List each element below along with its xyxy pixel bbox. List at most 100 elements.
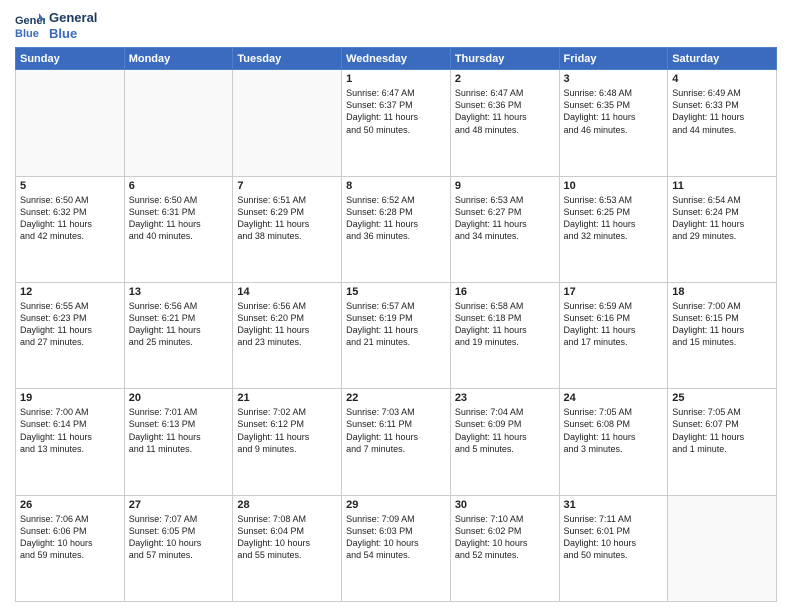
day-number: 31 [564,499,664,511]
day-number: 13 [129,286,229,298]
day-info: Sunrise: 6:49 AM Sunset: 6:33 PM Dayligh… [672,87,772,136]
day-info: Sunrise: 6:59 AM Sunset: 6:16 PM Dayligh… [564,300,664,349]
header: General Blue GeneralBlue [15,10,777,41]
day-info: Sunrise: 6:48 AM Sunset: 6:35 PM Dayligh… [564,87,664,136]
day-number: 9 [455,180,555,192]
calendar-cell: 13 Sunrise: 6:56 AM Sunset: 6:21 PM Dayli… [124,282,233,388]
day-number: 19 [20,392,120,404]
calendar-week-5: 26 Sunrise: 7:06 AM Sunset: 6:06 PM Dayli… [16,495,777,601]
day-number: 16 [455,286,555,298]
calendar-cell: 4 Sunrise: 6:49 AM Sunset: 6:33 PM Daylig… [668,70,777,176]
day-info: Sunrise: 6:52 AM Sunset: 6:28 PM Dayligh… [346,194,446,243]
day-number: 4 [672,73,772,85]
calendar-cell: 10 Sunrise: 6:53 AM Sunset: 6:25 PM Dayli… [559,176,668,282]
calendar-cell: 11 Sunrise: 6:54 AM Sunset: 6:24 PM Dayli… [668,176,777,282]
day-number: 1 [346,73,446,85]
day-info: Sunrise: 7:09 AM Sunset: 6:03 PM Dayligh… [346,513,446,562]
calendar-cell: 23Sunrise: 7:04 AM Sunset: 6:09 PM Dayli… [450,389,559,495]
day-number: 20 [129,392,229,404]
day-number: 14 [237,286,337,298]
day-info: Sunrise: 6:55 AM Sunset: 6:23 PM Dayligh… [20,300,120,349]
svg-text:Blue: Blue [15,28,39,40]
calendar-cell: 16 Sunrise: 6:58 AM Sunset: 6:18 PM Dayli… [450,282,559,388]
calendar-week-4: 19Sunrise: 7:00 AM Sunset: 6:14 PM Dayli… [16,389,777,495]
weekday-header-tuesday: Tuesday [233,48,342,70]
day-info: Sunrise: 7:00 AM Sunset: 6:15 PM Dayligh… [672,300,772,349]
weekday-header-thursday: Thursday [450,48,559,70]
day-number: 10 [564,180,664,192]
day-number: 25 [672,392,772,404]
logo: General Blue GeneralBlue [15,10,97,41]
day-number: 21 [237,392,337,404]
logo-icon: General Blue [15,11,45,41]
calendar-cell: 9 Sunrise: 6:53 AM Sunset: 6:27 PM Daylig… [450,176,559,282]
day-info: Sunrise: 7:10 AM Sunset: 6:02 PM Dayligh… [455,513,555,562]
calendar-cell: 22 Sunrise: 7:03 AM Sunset: 6:11 PM Dayli… [342,389,451,495]
logo-line1: General [49,10,97,26]
day-number: 22 [346,392,446,404]
day-info: Sunrise: 6:47 AM Sunset: 6:37 PM Dayligh… [346,87,446,136]
calendar-week-1: 1 Sunrise: 6:47 AM Sunset: 6:37 PM Daylig… [16,70,777,176]
weekday-header-saturday: Saturday [668,48,777,70]
calendar-cell: 18 Sunrise: 7:00 AM Sunset: 6:15 PM Dayli… [668,282,777,388]
day-info: Sunrise: 7:01 AM Sunset: 6:13 PM Dayligh… [129,406,229,455]
day-info: Sunrise: 7:05 AM Sunset: 6:08 PM Dayligh… [564,406,664,455]
calendar-week-3: 12 Sunrise: 6:55 AM Sunset: 6:23 PM Dayli… [16,282,777,388]
day-number: 11 [672,180,772,192]
day-number: 30 [455,499,555,511]
calendar-cell: 1 Sunrise: 6:47 AM Sunset: 6:37 PM Daylig… [342,70,451,176]
day-number: 24 [564,392,664,404]
day-info: Sunrise: 6:56 AM Sunset: 6:21 PM Dayligh… [129,300,229,349]
day-number: 3 [564,73,664,85]
day-number: 28 [237,499,337,511]
day-number: 23 [455,392,555,404]
calendar-cell: 14 Sunrise: 6:56 AM Sunset: 6:20 PM Dayli… [233,282,342,388]
day-info: Sunrise: 7:06 AM Sunset: 6:06 PM Dayligh… [20,513,120,562]
calendar-cell: 26 Sunrise: 7:06 AM Sunset: 6:06 PM Dayli… [16,495,125,601]
day-number: 2 [455,73,555,85]
calendar-week-2: 5Sunrise: 6:50 AM Sunset: 6:32 PM Daylig… [16,176,777,282]
day-info: Sunrise: 6:53 AM Sunset: 6:25 PM Dayligh… [564,194,664,243]
logo-line2: Blue [49,26,97,42]
weekday-header-friday: Friday [559,48,668,70]
day-info: Sunrise: 6:56 AM Sunset: 6:20 PM Dayligh… [237,300,337,349]
logo-text: GeneralBlue [49,10,97,41]
calendar-cell: 27Sunrise: 7:07 AM Sunset: 6:05 PM Dayli… [124,495,233,601]
calendar-table: SundayMondayTuesdayWednesdayThursdayFrid… [15,47,777,602]
day-number: 26 [20,499,120,511]
calendar-cell [124,70,233,176]
calendar-cell: 28 Sunrise: 7:08 AM Sunset: 6:04 PM Dayli… [233,495,342,601]
day-number: 8 [346,180,446,192]
calendar-cell: 8 Sunrise: 6:52 AM Sunset: 6:28 PM Daylig… [342,176,451,282]
calendar-cell: 2 Sunrise: 6:47 AM Sunset: 6:36 PM Daylig… [450,70,559,176]
calendar-cell: 3 Sunrise: 6:48 AM Sunset: 6:35 PM Daylig… [559,70,668,176]
day-info: Sunrise: 7:03 AM Sunset: 6:11 PM Dayligh… [346,406,446,455]
day-number: 17 [564,286,664,298]
day-info: Sunrise: 7:02 AM Sunset: 6:12 PM Dayligh… [237,406,337,455]
calendar-cell: 30 Sunrise: 7:10 AM Sunset: 6:02 PM Dayli… [450,495,559,601]
weekday-header-monday: Monday [124,48,233,70]
calendar-cell: 31 Sunrise: 7:11 AM Sunset: 6:01 PM Dayli… [559,495,668,601]
day-number: 15 [346,286,446,298]
day-info: Sunrise: 6:54 AM Sunset: 6:24 PM Dayligh… [672,194,772,243]
calendar-cell [668,495,777,601]
calendar-cell: 15Sunrise: 6:57 AM Sunset: 6:19 PM Dayli… [342,282,451,388]
day-number: 5 [20,180,120,192]
day-info: Sunrise: 7:08 AM Sunset: 6:04 PM Dayligh… [237,513,337,562]
calendar-cell: 6Sunrise: 6:50 AM Sunset: 6:31 PM Daylig… [124,176,233,282]
calendar-cell: 21 Sunrise: 7:02 AM Sunset: 6:12 PM Dayli… [233,389,342,495]
day-info: Sunrise: 7:07 AM Sunset: 6:05 PM Dayligh… [129,513,229,562]
day-number: 18 [672,286,772,298]
day-number: 12 [20,286,120,298]
calendar-cell: 7Sunrise: 6:51 AM Sunset: 6:29 PM Daylig… [233,176,342,282]
calendar-cell: 17 Sunrise: 6:59 AM Sunset: 6:16 PM Dayli… [559,282,668,388]
day-info: Sunrise: 6:47 AM Sunset: 6:36 PM Dayligh… [455,87,555,136]
calendar-cell: 29Sunrise: 7:09 AM Sunset: 6:03 PM Dayli… [342,495,451,601]
day-info: Sunrise: 6:51 AM Sunset: 6:29 PM Dayligh… [237,194,337,243]
day-info: Sunrise: 6:53 AM Sunset: 6:27 PM Dayligh… [455,194,555,243]
day-info: Sunrise: 7:11 AM Sunset: 6:01 PM Dayligh… [564,513,664,562]
page: General Blue GeneralBlue SundayMondayTue… [0,0,792,612]
weekday-header-sunday: Sunday [16,48,125,70]
calendar-cell: 5Sunrise: 6:50 AM Sunset: 6:32 PM Daylig… [16,176,125,282]
day-info: Sunrise: 6:58 AM Sunset: 6:18 PM Dayligh… [455,300,555,349]
